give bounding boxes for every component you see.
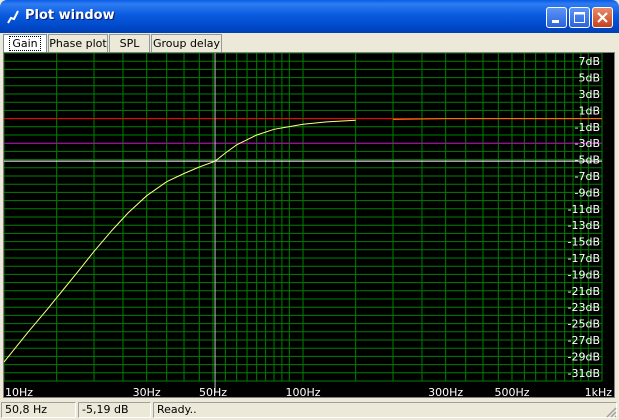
y-tick-label: -31dB [568, 367, 601, 380]
y-tick-label: -23dB [568, 301, 601, 314]
tab-spl[interactable]: SPL [109, 34, 150, 52]
gain-plot[interactable]: 7dB 5dB 3dB 1dB -1dB -3dB -5dB -7dB -9dB -11dB -13… [4, 53, 614, 397]
minimize-button[interactable] [546, 7, 567, 28]
status-frequency: 50,8 Hz [1, 402, 76, 418]
x-tick-label: 1kHz [585, 386, 613, 397]
y-tick-label: -7dB [575, 170, 601, 183]
status-bar: 50,8 Hz -5,19 dB Ready.. [0, 400, 619, 420]
y-tick-label: -27dB [568, 334, 601, 347]
window-title: Plot window [25, 8, 115, 23]
y-tick-label: -3dB [575, 137, 601, 150]
title-bar[interactable]: Plot window [0, 0, 619, 33]
y-tick-label: -17dB [568, 252, 601, 265]
y-tick-label: -15dB [568, 236, 601, 249]
x-tick-label: 50Hz [199, 386, 227, 397]
y-tick-label: -11dB [568, 203, 601, 216]
y-tick-label: 1dB [578, 104, 600, 117]
tab-gain-label: Gain [9, 36, 41, 51]
x-tick-label: 300Hz [428, 386, 463, 397]
tab-spl-label: SPL [119, 37, 140, 50]
app-icon [7, 10, 19, 24]
close-button[interactable] [592, 7, 613, 28]
x-tick-label: 30Hz [133, 386, 161, 397]
tab-phase-plot-label: Phase plot [49, 37, 107, 50]
y-tick-label: -1dB [575, 121, 601, 134]
x-tick-label: 500Hz [494, 386, 529, 397]
status-message: Ready.. [153, 402, 617, 418]
resize-grip-icon[interactable] [605, 406, 617, 418]
y-tick-label: 3dB [578, 88, 600, 101]
plot-window: Plot window Gain Phase plot SPL Group de… [0, 0, 619, 420]
tab-group-delay[interactable]: Group delay [151, 34, 222, 52]
status-gain: -5,19 dB [78, 402, 151, 418]
y-tick-label: -9dB [575, 186, 601, 199]
y-tick-label: -13dB [568, 219, 601, 232]
maximize-icon [574, 12, 585, 23]
y-tick-label: -19dB [568, 268, 601, 281]
x-tick-label: 10Hz [5, 386, 33, 397]
y-tick-label: 7dB [578, 55, 600, 68]
x-tick-label: 100Hz [285, 386, 320, 397]
y-tick-label: -5dB [575, 154, 601, 167]
y-tick-label: -29dB [568, 350, 601, 363]
y-tick-label: -21dB [568, 285, 601, 298]
tab-phase-plot[interactable]: Phase plot [48, 34, 108, 52]
y-tick-label: -25dB [568, 318, 601, 331]
maximize-button[interactable] [569, 7, 590, 28]
y-tick-label: 5dB [578, 72, 600, 85]
tab-group-delay-label: Group delay [152, 37, 221, 50]
minimize-icon [552, 20, 559, 23]
tab-gain[interactable]: Gain [3, 34, 47, 52]
close-icon [597, 12, 608, 23]
